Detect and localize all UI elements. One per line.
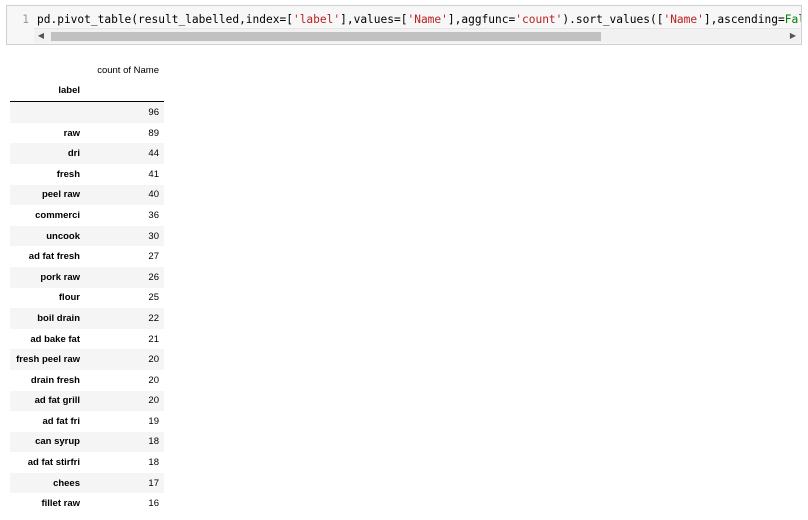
row-count: 27 [148,251,159,263]
code-token: ).sort_values([ [562,13,664,26]
table-row: chees 17 [10,472,164,494]
row-count: 30 [148,230,159,242]
row-count: 25 [148,292,159,304]
row-count: 18 [148,436,159,448]
table-row: drain fresh 20 [10,370,164,391]
table-row: ad fat stirfri 18 [10,452,164,473]
row-count: 19 [148,415,159,427]
code-token: 'Name' [407,13,448,26]
table-row: fresh 41 [10,164,164,185]
row-label: peel raw [41,189,80,201]
row-label: fillet raw [41,498,80,510]
row-label: dri [67,148,80,160]
table-row: dri 44 [10,143,164,164]
pivot-table: count of Name label 96 raw 89 dri 44 fresh 41 p… [10,60,164,514]
table-row: raw 89 [10,123,164,144]
row-count: 20 [148,374,159,386]
column-header-row: count of Name [10,60,164,81]
row-count: 41 [148,168,159,180]
line-number: 1 [22,13,29,26]
table-row: uncook 30 [10,225,164,247]
index-column-header: label [10,80,80,103]
table-body: 96 raw 89 dri 44 fresh 41 peel raw 40 commerci 36 u… [10,101,164,514]
horizontal-scrollbar[interactable]: ◀ ▶ [34,28,800,43]
code-cell[interactable]: 1 pd.pivot_table(result_labelled,index=['… [6,5,802,45]
row-label: boil drain [37,312,80,324]
row-count: 16 [148,498,159,510]
row-count: 44 [148,148,159,160]
row-label: flour [58,292,80,304]
row-count: 20 [148,395,159,407]
table-row: commerci 36 [10,205,164,226]
corner-header [10,60,80,81]
row-count: 21 [148,333,159,345]
code-token: ],values=[ [340,13,408,26]
code-token: 'label' [292,13,341,26]
table-row: pork raw 26 [10,266,164,288]
row-label: chees [53,477,80,489]
table-row: fillet raw 16 [10,493,164,514]
table-row: can syrup 18 [10,431,164,453]
row-label: can syrup [35,436,80,448]
row-label: pork raw [40,271,80,283]
row-count: 89 [148,127,159,139]
row-count: 96 [148,106,159,118]
code-token: ],aggfunc= [447,13,516,26]
table-row: 96 [10,101,164,123]
code-token: 'Name' [663,13,704,26]
table-row: boil drain 22 [10,308,164,329]
row-label: ad bake fat [30,333,80,345]
row-label: commerci [35,209,80,221]
scrollbar-thumb[interactable] [51,32,601,41]
row-label: ad fat fri [42,415,80,427]
row-count: 17 [148,477,159,489]
row-count: 36 [148,209,159,221]
row-count: 22 [148,312,159,324]
table-row: ad fat fresh 27 [10,246,164,267]
table-row: flour 25 [10,288,164,309]
code-line[interactable]: 1 pd.pivot_table(result_labelled,index=['… [7,11,801,29]
cell-output: count of Name label 96 raw 89 dri 44 fresh 41 p… [10,60,164,514]
row-count: 18 [148,457,159,469]
code-token: False [784,13,801,26]
code-token: 'count' [515,13,563,26]
row-label: fresh [56,168,80,180]
table-row: peel raw 40 [10,184,164,206]
row-count: 26 [148,271,159,283]
row-label [10,102,80,123]
row-label: fresh peel raw [16,354,80,366]
row-label: ad fat fresh [28,251,80,263]
row-count: 20 [148,354,159,366]
table-row: ad fat fri 19 [10,411,164,432]
index-header-spacer [80,80,164,103]
row-label: drain fresh [30,374,80,386]
table-row: ad fat grill 20 [10,390,164,412]
scroll-left-arrow-icon[interactable]: ◀ [34,29,48,43]
index-header-row: label [10,80,164,103]
row-label: raw [63,127,80,139]
row-label: ad fat stirfri [27,457,80,469]
value-column-header: count of Name [97,64,159,76]
row-count: 40 [148,189,159,201]
code-text[interactable]: pd.pivot_table(result_labelled,index=['l… [37,13,801,26]
scroll-right-arrow-icon[interactable]: ▶ [786,29,800,43]
row-label: ad fat grill [34,395,80,407]
row-label: uncook [46,230,80,242]
code-token: pd.pivot_table(result_labelled,index=[ [37,13,293,26]
table-row: fresh peel raw 20 [10,349,164,370]
table-row: ad bake fat 21 [10,329,164,350]
code-token: ],ascending= [703,13,785,26]
